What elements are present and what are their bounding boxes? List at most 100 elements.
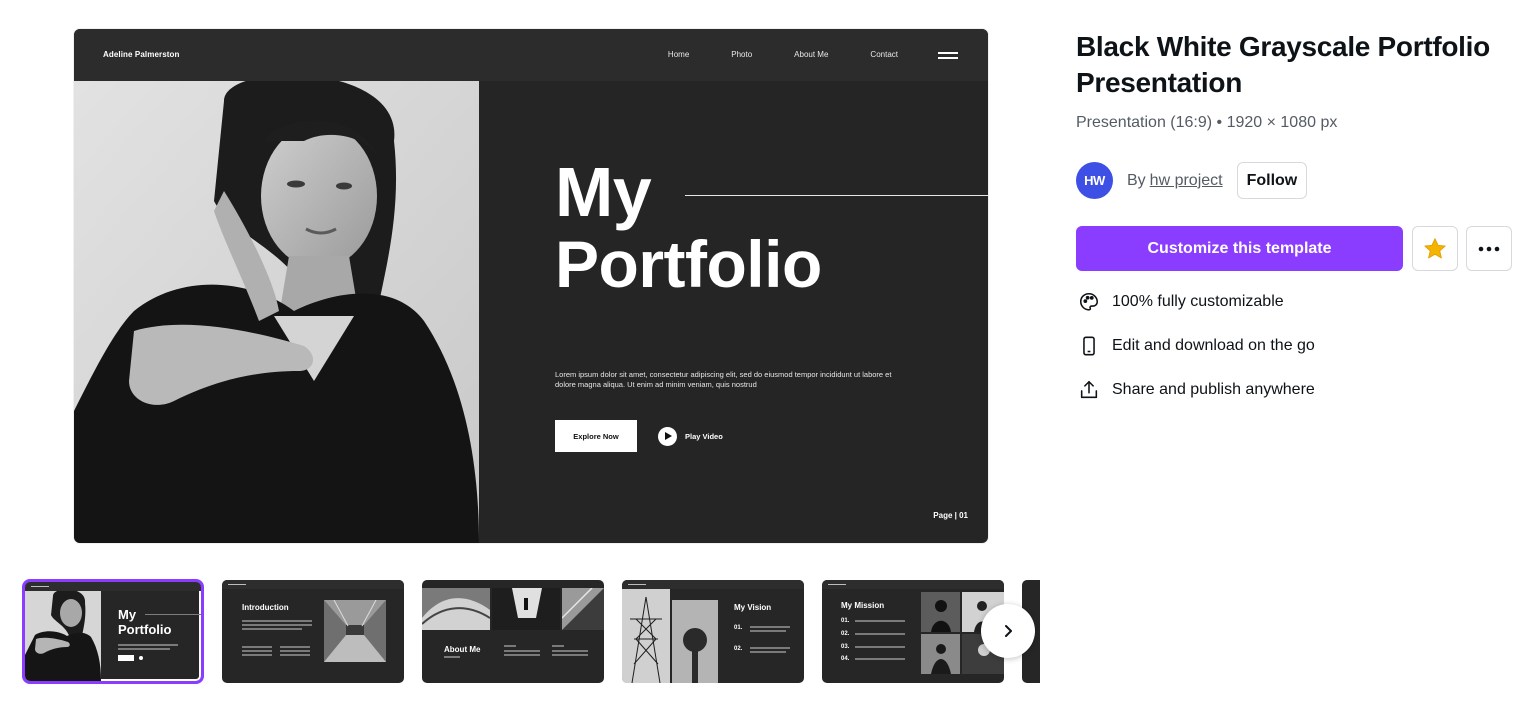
feature-mobile: Edit and download on the go [1076, 333, 1315, 359]
thumb-5-title: My Mission [841, 601, 885, 610]
thumb-text-line [504, 650, 540, 652]
slide-heading-rule [685, 195, 988, 196]
thumb-binocular-image [672, 600, 718, 683]
template-meta: Presentation (16:9) • 1920 × 1080 px [1076, 114, 1338, 131]
thumb-text-line [280, 650, 310, 652]
author-avatar[interactable]: HW [1076, 162, 1113, 199]
feature-customizable: 100% fully customizable [1076, 289, 1284, 315]
thumb-text-line [552, 654, 588, 656]
thumb-2-title: Introduction [242, 603, 289, 612]
palette-icon [1076, 289, 1102, 315]
thumb-mission-image-3 [921, 634, 960, 674]
template-page: Adeline Palmerston Home Photo About Me C… [0, 0, 1536, 722]
thumb-text-line [280, 654, 310, 656]
thumb-text-line [242, 654, 272, 656]
thumb-text-line [280, 646, 310, 648]
thumb-text-line [855, 633, 905, 635]
thumbnail-page-5[interactable]: My Mission 01. 02. 03. 04. [822, 580, 1004, 683]
play-icon [658, 427, 677, 446]
slide-preview[interactable]: Adeline Palmerston Home Photo About Me C… [74, 29, 988, 543]
thumb-play-dot [139, 656, 143, 660]
slide-nav-links: Home Photo About Me Contact [668, 50, 898, 59]
thumb-text-line [750, 626, 790, 628]
thumb-text-line [242, 624, 312, 626]
star-icon [1424, 237, 1446, 258]
feature-customizable-label: 100% fully customizable [1112, 293, 1284, 310]
thumb-text-line [855, 620, 905, 622]
portrait-photo [74, 81, 479, 543]
customize-template-button[interactable]: Customize this template [1076, 226, 1403, 271]
thumbnail-page-1[interactable]: My Portfolio [22, 579, 204, 684]
thumbnail-page-2[interactable]: Introduction [222, 580, 404, 683]
thumb-1-title-portfolio: Portfolio [118, 622, 172, 637]
thumb-text-line [855, 658, 905, 660]
thumb-4-item-1: 01. [734, 625, 743, 631]
slide-explore-button: Explore Now [555, 420, 637, 452]
slide-page-number: Page | 01 [933, 511, 968, 520]
thumb-architecture-image-2 [492, 588, 560, 630]
feature-mobile-label: Edit and download on the go [1112, 337, 1315, 354]
thumb-3-title: About Me [444, 645, 481, 654]
thumbnails-next-button[interactable] [981, 604, 1035, 658]
page-thumbnails: My Portfolio Introduction About Me My Vi… [22, 579, 1040, 685]
slide-hero: My Portfolio Lorem ipsum dolor sit amet,… [479, 81, 988, 543]
slide-nav-home: Home [667, 50, 690, 59]
thumb-5-item-2: 02. [841, 631, 850, 637]
follow-button[interactable]: Follow [1236, 162, 1308, 199]
slide-play-label: Play Video [685, 432, 723, 441]
thumb-text-line [750, 630, 786, 632]
slide-navbar: Adeline Palmerston Home Photo About Me C… [74, 29, 988, 81]
thumb-1-title-my: My [118, 607, 137, 622]
thumb-5-item-1: 01. [841, 618, 850, 624]
thumbnail-page-3[interactable]: About Me [422, 580, 604, 683]
thumb-text-line [118, 648, 170, 650]
thumbnail-page-4[interactable]: My Vision 01. 02. [622, 580, 804, 683]
share-icon [1076, 377, 1102, 403]
thumb-navbar [222, 580, 404, 589]
thumb-text-line [242, 628, 302, 630]
slide-play-video: Play Video [658, 427, 723, 446]
slide-heading-portfolio: Portfolio [555, 227, 822, 301]
author-link[interactable]: hw project [1150, 172, 1223, 189]
slide-nav-photo: Photo [731, 50, 753, 59]
thumb-text-line [504, 654, 540, 656]
thumb-tower-image [622, 589, 670, 683]
thumb-text-line [750, 647, 790, 649]
by-label: By [1127, 171, 1146, 189]
favorite-button[interactable] [1412, 226, 1458, 271]
thumb-4-item-2: 02. [734, 646, 743, 652]
thumb-button [118, 655, 134, 661]
slide-nav-contact: Contact [870, 50, 898, 59]
thumb-text-line [444, 656, 460, 658]
thumb-navbar [25, 582, 201, 591]
thumb-5-item-4: 04. [841, 656, 850, 662]
more-options-button[interactable] [1466, 226, 1512, 271]
thumb-portrait [25, 591, 101, 681]
slide-nav-about: About Me [794, 50, 829, 59]
template-title: Black White Grayscale Portfolio Presenta… [1076, 31, 1490, 98]
hamburger-icon [938, 52, 958, 60]
author-byline: By hw project [1127, 172, 1223, 190]
thumb-5-item-3: 03. [841, 644, 850, 650]
thumb-navbar [822, 580, 1004, 589]
feature-share-label: Share and publish anywhere [1112, 381, 1315, 398]
chevron-right-icon [1005, 625, 1012, 637]
slide-heading-my: My [555, 153, 652, 231]
author-row: HW By hw project Follow [1076, 162, 1308, 199]
thumb-text-line [504, 645, 516, 647]
thumb-corridor-image [324, 600, 386, 662]
thumb-text-line [118, 644, 178, 646]
thumb-navbar [622, 580, 804, 589]
thumb-text-line [242, 646, 272, 648]
thumb-rule [145, 614, 201, 615]
mobile-icon [1076, 333, 1102, 359]
thumb-text-line [242, 650, 272, 652]
more-horizontal-icon [1478, 246, 1500, 251]
thumb-text-line [855, 646, 905, 648]
thumb-text-line [552, 650, 588, 652]
thumb-text-line [552, 645, 564, 647]
thumb-text-line [750, 651, 786, 653]
thumb-architecture-image-3 [562, 588, 604, 630]
thumb-architecture-image-1 [422, 588, 490, 630]
slide-brand: Adeline Palmerston [103, 50, 180, 59]
